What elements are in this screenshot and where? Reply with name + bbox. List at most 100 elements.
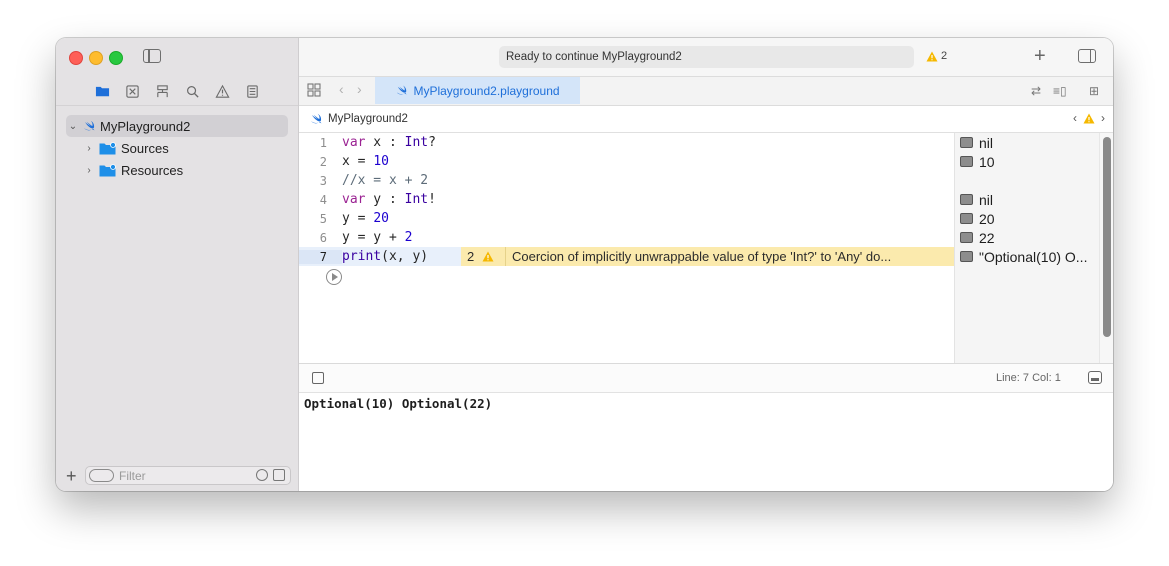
related-items-icon[interactable]	[307, 83, 321, 97]
sidebar-divider	[56, 105, 298, 106]
inspector-toggle-icon[interactable]	[1078, 49, 1096, 63]
close-window-button[interactable]	[69, 51, 83, 65]
result-item[interactable]: 20	[960, 209, 995, 228]
line-number: 1	[319, 135, 327, 150]
warning-indicator[interactable]: 2	[926, 50, 947, 62]
jump-bar: MyPlayground2 ‹ ›	[299, 105, 1113, 133]
code-text: print(x, y)	[342, 249, 429, 264]
chevron-down-icon[interactable]: ⌄	[66, 119, 80, 133]
tree-item-root[interactable]: ⌄ MyPlayground2	[66, 115, 288, 137]
report-navigator-icon[interactable]	[244, 83, 260, 99]
minimize-window-button[interactable]	[89, 51, 103, 65]
previous-issue-icon[interactable]: ‹	[1073, 111, 1077, 125]
code-text: var x : Int?	[342, 135, 436, 150]
result-item[interactable]: 10	[960, 152, 995, 171]
tab-label: MyPlayground2.playground	[413, 83, 560, 98]
result-value: nil	[979, 191, 994, 208]
issue-stepper: ‹ ›	[1073, 111, 1105, 125]
result-item[interactable]: 22	[960, 228, 995, 247]
symbol-navigator-icon[interactable]	[154, 83, 170, 99]
result-value: 10	[979, 153, 995, 170]
filter-field[interactable]: Filter	[85, 466, 291, 485]
quick-look-icon[interactable]	[960, 137, 973, 148]
code-line[interactable]: 1 var x : Int?	[299, 133, 954, 152]
swift-icon	[84, 120, 95, 131]
line-number: 7	[299, 249, 342, 264]
swift-icon	[311, 113, 322, 123]
hide-debug-checkbox[interactable]	[312, 372, 324, 384]
editor-area: Ready to continue MyPlayground2 2 + ‹ › …	[299, 38, 1113, 491]
source-control-filter-icon[interactable]	[273, 469, 285, 481]
debug-bar: Line: 7 Col: 1	[299, 363, 1113, 393]
split-editor-icon[interactable]: ⊞	[1089, 84, 1099, 98]
inline-warning-message: Coercion of implicitly unwrappable value…	[512, 249, 892, 264]
search-icon[interactable]	[184, 83, 200, 99]
warning-icon[interactable]	[1083, 113, 1095, 124]
navigator-tabs	[56, 78, 298, 104]
jump-bar-label[interactable]: MyPlayground2	[328, 113, 408, 125]
toggle-console-icon[interactable]	[1088, 371, 1102, 384]
result-item[interactable]: nil	[960, 133, 993, 152]
add-library-button[interactable]: +	[1034, 45, 1046, 68]
result-value: "Optional(10) O...	[979, 248, 1088, 265]
result-item[interactable]: "Optional(10) O...	[960, 247, 1087, 266]
editor-options-icon[interactable]: ≡▯	[1053, 84, 1067, 98]
tree-item-sources[interactable]: › Sources	[82, 137, 168, 159]
filter-options-icon[interactable]	[89, 469, 114, 482]
sidebar-footer: + Filter	[56, 463, 298, 491]
warning-icon	[482, 251, 494, 262]
chevron-right-icon[interactable]: ›	[82, 141, 96, 155]
folder-icon	[99, 163, 116, 176]
warning-count: 2	[941, 50, 948, 62]
zoom-window-button[interactable]	[109, 51, 123, 65]
source-control-navigator-icon[interactable]	[124, 83, 140, 99]
code-text: y = 20	[342, 211, 389, 226]
code-line[interactable]: 2 x = 10	[299, 152, 954, 171]
run-playground-icon[interactable]	[326, 269, 342, 285]
window-toolbar: Ready to continue MyPlayground2 2 +	[299, 38, 1113, 76]
inline-warning-count: 2	[461, 247, 506, 266]
forward-arrow-icon[interactable]: ›	[357, 81, 362, 97]
tab-bar: ‹ › MyPlayground2.playground ⇄ ≡▯ ⊞	[299, 76, 1113, 106]
chevron-right-icon[interactable]: ›	[82, 163, 96, 177]
add-file-button[interactable]: +	[66, 466, 77, 487]
code-text: x = 10	[342, 154, 389, 169]
swap-icon[interactable]: ⇄	[1031, 84, 1041, 98]
code-text: y = y + 2	[342, 230, 413, 245]
tree-item-label: Resources	[121, 162, 184, 178]
quick-look-icon[interactable]	[960, 232, 973, 243]
sidebar-toggle-icon[interactable]	[143, 49, 161, 63]
code-line[interactable]: 3 //x = x + 2	[299, 171, 954, 190]
quick-look-icon[interactable]	[960, 194, 973, 205]
tab-playground[interactable]: MyPlayground2.playground	[375, 77, 580, 104]
code-line[interactable]: 4 var y : Int!	[299, 190, 954, 209]
activity-status: Ready to continue MyPlayground2	[499, 46, 914, 68]
navigator-sidebar: ⌄ MyPlayground2 › Sources › Resources + …	[56, 38, 299, 491]
code-line[interactable]: 5 y = 20	[299, 209, 954, 228]
code-text: var y : Int!	[342, 192, 436, 207]
console-output[interactable]: Optional(10) Optional(22)	[304, 396, 492, 411]
swift-icon	[397, 85, 407, 95]
vertical-scrollbar[interactable]	[1099, 133, 1113, 363]
quick-look-icon[interactable]	[960, 213, 973, 224]
result-value: 22	[979, 229, 995, 246]
back-arrow-icon[interactable]: ‹	[339, 81, 344, 97]
tree-item-resources[interactable]: › Resources	[82, 159, 183, 181]
line-number: 5	[319, 211, 327, 226]
scrollbar-thumb[interactable]	[1103, 137, 1111, 337]
quick-look-icon[interactable]	[960, 156, 973, 167]
quick-look-icon[interactable]	[960, 251, 973, 262]
recent-files-icon[interactable]	[256, 469, 268, 481]
result-value: 20	[979, 210, 995, 227]
code-line-current[interactable]: 7 print(x, y) 2 Coercion of implicitly u…	[299, 247, 954, 266]
next-issue-icon[interactable]: ›	[1101, 111, 1105, 125]
result-value: nil	[979, 134, 994, 151]
inline-warning-count-text: 2	[467, 249, 475, 264]
code-line[interactable]: 6 y = y + 2	[299, 228, 954, 247]
issue-navigator-icon[interactable]	[214, 83, 230, 99]
source-editor[interactable]: 1 var x : Int? 2 x = 10 3 //x = x + 2 4 …	[299, 133, 954, 363]
tree-item-root-label: MyPlayground2	[100, 118, 191, 134]
result-item[interactable]: nil	[960, 190, 993, 209]
inline-warning[interactable]: 2 Coercion of implicitly unwrappable val…	[461, 247, 954, 266]
folder-navigator-icon[interactable]	[94, 83, 110, 99]
